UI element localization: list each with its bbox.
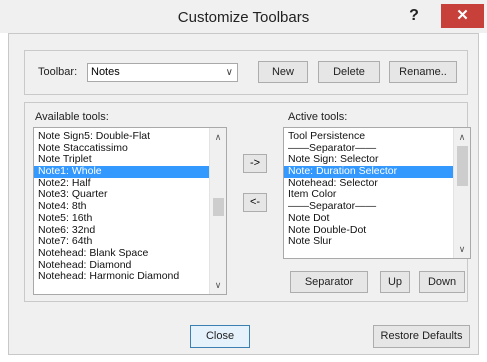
list-item[interactable]: Note Slur: [284, 235, 470, 248]
list-item[interactable]: Note5: 16th: [34, 212, 226, 225]
restore-defaults-button[interactable]: Restore Defaults: [373, 325, 470, 348]
new-button[interactable]: New: [258, 61, 308, 83]
delete-button[interactable]: Delete: [318, 61, 380, 83]
list-item[interactable]: Note Sign5: Double-Flat: [34, 130, 226, 143]
scroll-down-icon[interactable]: ∨: [454, 242, 470, 256]
remove-tool-button[interactable]: <-: [243, 193, 267, 212]
scroll-up-icon[interactable]: ∧: [210, 130, 226, 144]
available-tools-list[interactable]: Note Sign5: Double-Flat Note Staccatissim…: [33, 127, 227, 295]
help-button[interactable]: ?: [402, 5, 426, 27]
list-item[interactable]: Note Dot: [284, 212, 470, 225]
available-scrollbar[interactable]: ∧ ∨: [209, 128, 226, 294]
list-item[interactable]: Note1: Whole: [34, 165, 226, 178]
add-tool-button[interactable]: ->: [243, 154, 267, 173]
title-bar: Customize Toolbars ? ✕: [0, 0, 487, 33]
scroll-down-icon[interactable]: ∨: [210, 278, 226, 292]
close-button[interactable]: Close: [190, 325, 250, 348]
window-close-button[interactable]: ✕: [441, 4, 484, 28]
list-item[interactable]: Notehead: Harmonic Diamond: [34, 271, 226, 283]
toolbar-select-value: Notes: [91, 66, 120, 78]
rename-button[interactable]: Rename..: [389, 61, 457, 83]
scroll-thumb[interactable]: [457, 146, 468, 186]
active-scrollbar[interactable]: ∧ ∨: [453, 128, 470, 258]
available-tools-label: Available tools:: [35, 111, 109, 123]
list-item[interactable]: Note: Duration Selector: [284, 165, 470, 178]
chevron-down-icon: ∨: [225, 67, 233, 78]
toolbar-select[interactable]: Notes ∨: [87, 63, 238, 82]
down-button[interactable]: Down: [419, 271, 465, 293]
toolbar-label: Toolbar:: [38, 66, 78, 78]
active-tools-list[interactable]: Tool Persistence ——Separator—— Note Sign: …: [283, 127, 471, 259]
list-item[interactable]: Tool Persistence: [284, 130, 470, 143]
scroll-up-icon[interactable]: ∧: [454, 130, 470, 144]
scroll-thumb[interactable]: [213, 198, 224, 216]
list-item[interactable]: Notehead: Blank Space: [34, 247, 226, 260]
available-items: Note Sign5: Double-Flat Note Staccatissim…: [34, 128, 226, 283]
active-tools-label: Active tools:: [288, 111, 348, 123]
active-items: Tool Persistence ——Separator—— Note Sign: …: [284, 128, 470, 248]
up-button[interactable]: Up: [380, 271, 410, 293]
separator-button[interactable]: Separator: [290, 271, 368, 293]
